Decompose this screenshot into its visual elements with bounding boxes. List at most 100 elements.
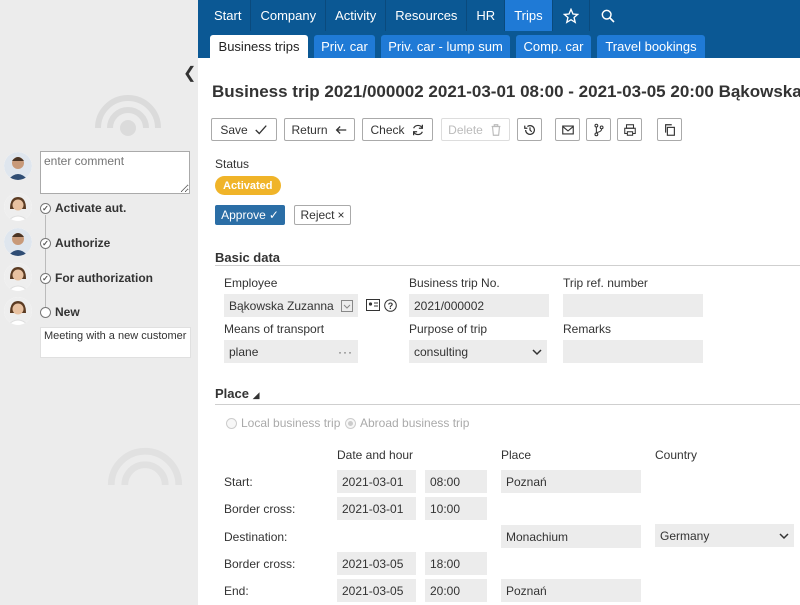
employee-label: Employee [224, 276, 278, 290]
basic-data-heading: Basic data [215, 250, 281, 265]
trip-no-label: Business trip No. [409, 276, 500, 290]
local-trip-label: Local business trip [241, 416, 341, 430]
nav-item-hr[interactable]: HR [467, 0, 506, 31]
timeline-line [45, 215, 46, 310]
place-header: Place [501, 448, 532, 462]
comment-input[interactable] [40, 151, 190, 194]
history-button[interactable] [517, 118, 542, 141]
more-icon[interactable]: ··· [338, 345, 353, 359]
workflow-step[interactable]: New [40, 304, 80, 320]
collapse-panel-icon[interactable]: ❮ [183, 63, 196, 83]
check-circle-icon: ✓ [40, 237, 51, 249]
check-circle-icon: ✓ [40, 202, 51, 214]
chevron-down-icon [532, 348, 542, 355]
end-place-field[interactable]: Poznań [501, 579, 641, 602]
border-cross-date-field[interactable]: 2021-03-01 [337, 497, 416, 520]
save-button[interactable]: Save [211, 118, 277, 141]
search-icon[interactable] [590, 0, 626, 31]
workflow-step[interactable]: ✓ Authorize [40, 235, 110, 251]
purpose-value: consulting [414, 344, 469, 359]
transport-label: Means of transport [224, 322, 325, 336]
mail-icon [561, 124, 574, 135]
page-title: Business trip 2021/000002 2021-03-01 08:… [212, 82, 800, 101]
tab-priv-car-lump-sum[interactable]: Priv. car - lump sum [381, 35, 510, 58]
destination-country-select[interactable]: Germany [655, 524, 794, 547]
place-title: Place [215, 386, 249, 401]
tab-travel-bookings[interactable]: Travel bookings [597, 35, 705, 58]
border-cross-label: Border cross: [224, 502, 296, 516]
remarks-field[interactable] [563, 340, 703, 363]
reject-label: Reject [300, 208, 335, 222]
sub-nav: Business trips Priv. car Priv. car - lum… [198, 31, 800, 58]
transport-field[interactable]: plane ··· [224, 340, 358, 363]
border-cross-hour-field[interactable]: 10:00 [425, 497, 487, 520]
remarks-label: Remarks [563, 322, 612, 336]
nav-item-activity[interactable]: Activity [326, 0, 387, 31]
employee-value: Bąkowska Zuzanna [229, 298, 334, 313]
employee-field[interactable]: Bąkowska Zuzanna [224, 294, 358, 317]
avatar [4, 228, 32, 256]
check-button[interactable]: Check [362, 118, 433, 141]
watermark-icon [107, 447, 183, 486]
end-label: End: [224, 584, 249, 598]
border-cross-hour-field[interactable]: 18:00 [425, 552, 487, 575]
step-note: Meeting with a new customer [40, 327, 191, 358]
abroad-trip-radio[interactable]: Abroad business trip [345, 416, 469, 430]
copy-icon [664, 123, 675, 136]
contact-card-icon[interactable] [366, 299, 380, 311]
purpose-label: Purpose of trip [409, 322, 488, 336]
end-date-field[interactable]: 2021-03-05 [337, 579, 416, 602]
delete-button[interactable]: Delete [441, 118, 510, 141]
printer-icon [623, 123, 636, 136]
workflow-step[interactable]: ✓ Activate aut. [40, 200, 126, 216]
circle-icon [40, 306, 51, 318]
abroad-trip-label: Abroad business trip [360, 416, 470, 430]
workflow-step[interactable]: ✓ For authorization [40, 270, 153, 286]
start-place-field[interactable]: Poznań [501, 470, 641, 493]
approve-button[interactable]: Approve ✓ [215, 205, 285, 225]
arrow-left-icon [335, 125, 346, 134]
nav-item-resources[interactable]: Resources [386, 0, 468, 31]
return-button[interactable]: Return [284, 118, 355, 141]
workflow-panel: ❮ ✓ Activate aut. ✓ Authorize ✓ For auth… [0, 0, 198, 605]
tab-comp-car[interactable]: Comp. car [516, 35, 591, 58]
dropdown-box-icon [341, 299, 353, 312]
avatar [4, 193, 32, 221]
main-nav: Start Company Activity Resources HR Trip… [198, 0, 800, 31]
mail-button[interactable] [555, 118, 580, 141]
trip-no-field[interactable]: 2021/000002 [409, 294, 549, 317]
nav-item-company[interactable]: Company [251, 0, 327, 31]
check-icon [254, 124, 267, 134]
chevron-down-icon [779, 532, 789, 539]
start-hour-field[interactable]: 08:00 [425, 470, 487, 493]
start-date-field[interactable]: 2021-03-01 [337, 470, 416, 493]
collapse-triangle-icon: ◢ [252, 390, 260, 400]
radio-selected-icon [345, 417, 356, 429]
nav-item-start[interactable]: Start [198, 0, 252, 31]
help-icon[interactable]: ? [384, 299, 397, 312]
end-hour-field[interactable]: 20:00 [425, 579, 487, 602]
divider [215, 404, 800, 405]
avatar [4, 263, 32, 291]
approve-label: Approve [221, 208, 266, 222]
branch-button[interactable] [586, 118, 611, 141]
purpose-select[interactable]: consulting [409, 340, 547, 363]
reject-button[interactable]: Reject × [294, 205, 351, 225]
copy-button[interactable] [657, 118, 682, 141]
radio-circle-icon [226, 417, 237, 429]
nav-item-trips[interactable]: Trips [505, 0, 553, 31]
trip-ref-label: Trip ref. number [563, 276, 648, 290]
border-cross-date-field[interactable]: 2021-03-05 [337, 552, 416, 575]
destination-place-field[interactable]: Monachium [501, 525, 641, 548]
refresh-icon [412, 124, 423, 135]
print-button[interactable] [617, 118, 642, 141]
trip-ref-field[interactable] [563, 294, 703, 317]
tab-business-trips[interactable]: Business trips [210, 35, 308, 58]
tab-priv-car[interactable]: Priv. car [314, 35, 375, 58]
check-icon: ✓ [268, 208, 279, 222]
star-icon[interactable] [553, 0, 590, 31]
place-heading[interactable]: Place ◢ [215, 386, 260, 401]
check-circle-icon: ✓ [40, 272, 51, 284]
divider [215, 265, 800, 266]
local-trip-radio[interactable]: Local business trip [226, 416, 340, 430]
